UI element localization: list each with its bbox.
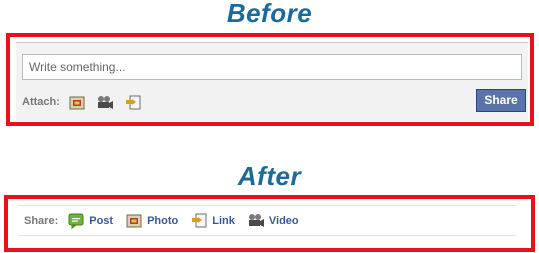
attach-row: Attach: <box>22 93 152 111</box>
share-item-label: Link <box>212 214 235 227</box>
photo-icon <box>125 213 143 229</box>
video-icon <box>247 213 265 229</box>
link-icon <box>190 213 208 229</box>
status-composer: Write something... Attach: Share <box>16 42 528 121</box>
photo-icon[interactable] <box>68 94 86 110</box>
video-icon[interactable] <box>96 94 114 110</box>
attach-label: Attach: <box>22 96 60 108</box>
share-item-label: Post <box>89 214 114 227</box>
link-icon[interactable] <box>124 94 142 110</box>
share-item-link[interactable]: Link <box>190 213 235 229</box>
post-icon <box>67 213 85 229</box>
share-item-photo[interactable]: Photo <box>125 213 178 229</box>
share-bar: Share: Post Photo Link Video <box>18 205 516 236</box>
before-title: Before <box>226 0 313 28</box>
after-highlight-frame: Share: Post Photo Link Video <box>4 195 535 252</box>
share-button[interactable]: Share <box>476 89 526 112</box>
share-label: Share: <box>24 214 59 227</box>
share-item-label: Video <box>268 214 299 227</box>
share-item-label: Photo <box>147 214 179 227</box>
after-title: After <box>237 161 302 191</box>
share-item-video[interactable]: Video <box>247 213 299 229</box>
status-input[interactable]: Write something... <box>22 54 522 80</box>
before-highlight-frame: Write something... Attach: Share <box>6 33 534 126</box>
share-item-post[interactable]: Post <box>67 213 113 229</box>
